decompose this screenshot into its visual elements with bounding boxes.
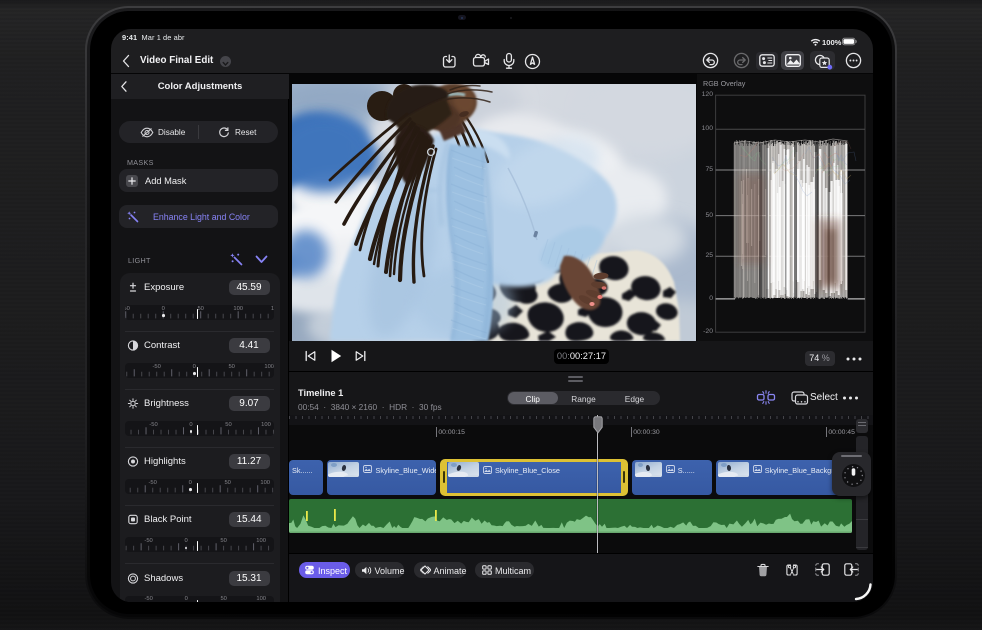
svg-text:100%: 100% <box>822 38 842 47</box>
